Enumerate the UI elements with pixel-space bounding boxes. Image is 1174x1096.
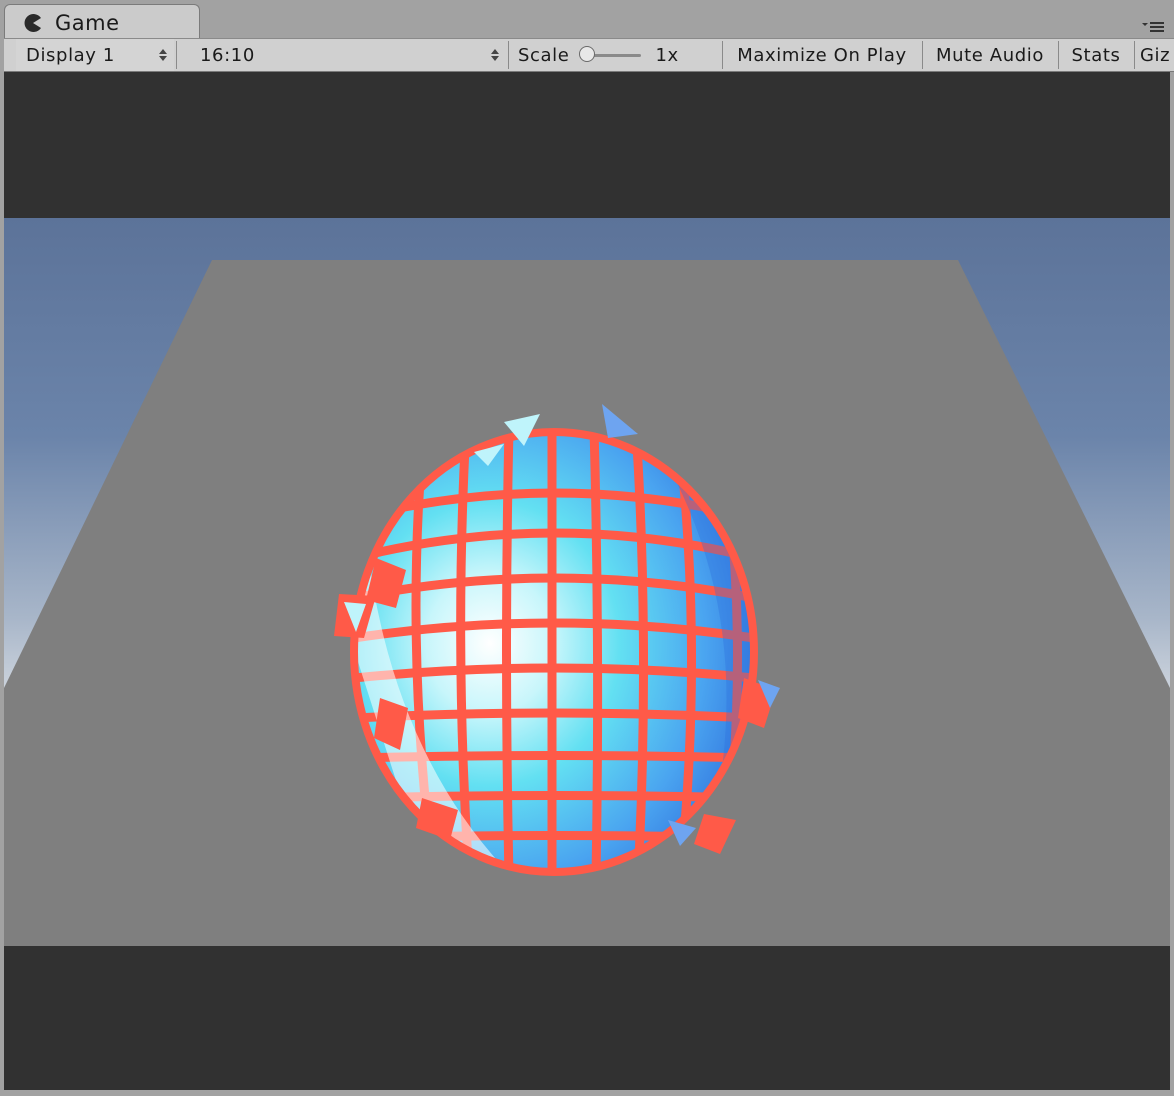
pacman-icon (24, 14, 41, 32)
separator (1058, 41, 1059, 69)
separator (922, 41, 923, 69)
maximize-on-play-label: Maximize On Play (737, 44, 907, 66)
maximize-on-play-toggle[interactable]: Maximize On Play (724, 39, 920, 71)
scale-label: Scale (518, 44, 570, 66)
gizmos-label: Giz (1140, 44, 1171, 66)
aspect-select[interactable]: 16:10 (188, 39, 506, 71)
panel-menu-icon[interactable] (1142, 20, 1164, 34)
scale-value: 1x (655, 44, 679, 66)
game-toolbar: Display 1 16:10 Scale 1x Maximize On Pla… (4, 38, 1174, 72)
tab-bar: Game (0, 0, 1174, 40)
stats-toggle[interactable]: Stats (1060, 39, 1132, 71)
scale-slider[interactable] (579, 45, 643, 65)
separator (508, 41, 509, 69)
stats-label: Stats (1071, 44, 1121, 66)
display-select-label: Display 1 (26, 44, 115, 66)
display-select[interactable]: Display 1 (16, 39, 174, 71)
mute-audio-toggle[interactable]: Mute Audio (924, 39, 1056, 71)
game-viewport[interactable] (4, 72, 1170, 1090)
tab-game-label: Game (55, 11, 120, 35)
select-arrows-icon (159, 49, 167, 61)
scale-control: Scale 1x (518, 39, 720, 71)
select-arrows-icon (491, 49, 499, 61)
separator (722, 41, 723, 69)
game-scene (4, 218, 1170, 946)
mute-audio-label: Mute Audio (936, 44, 1044, 66)
separator (1134, 41, 1135, 69)
scale-slider-thumb[interactable] (579, 46, 596, 62)
gizmos-toggle[interactable]: Giz (1140, 39, 1174, 71)
separator (176, 41, 177, 69)
window-bottom-edge (0, 1090, 1174, 1096)
tab-game[interactable]: Game (4, 4, 200, 40)
aspect-select-label: 16:10 (200, 44, 255, 66)
